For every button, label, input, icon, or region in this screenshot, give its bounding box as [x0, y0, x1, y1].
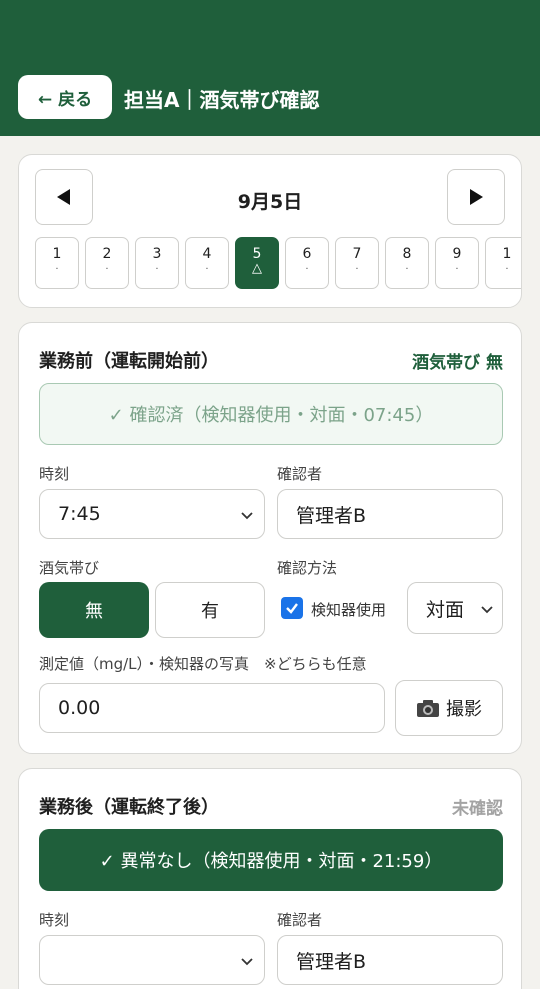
day-mark: · — [505, 264, 509, 275]
day-mark: · — [355, 264, 359, 275]
check-icon — [286, 603, 298, 614]
app-header: ← 戻る 担当A｜酒気帯び確認 — [0, 0, 540, 136]
day-button[interactable]: 1 · — [35, 237, 79, 289]
day-strip: 1 · 2 · 3 · 4 · 5 △ 6 · 7 · 8 · 9 · 1 · — [35, 237, 521, 291]
day-mark: · — [455, 264, 459, 275]
photo-label: 撮影 — [446, 699, 482, 720]
day-number: 2 — [102, 246, 112, 262]
day-button[interactable]: 8 · — [385, 237, 429, 289]
before-work-card: 業務前（運転開始前） 酒気帯び 無 ✓ 確認済（検知器使用・対面・07:45） … — [18, 322, 522, 754]
day-button[interactable]: 1 · — [485, 237, 521, 289]
method-label: 確認方法 — [277, 559, 338, 577]
checker-label: 確認者 — [277, 465, 323, 483]
day-button-selected[interactable]: 5 △ — [235, 237, 279, 289]
photo-button[interactable]: 撮影 — [395, 680, 503, 736]
day-mark: · — [205, 264, 209, 275]
triangle-right-icon — [470, 189, 483, 205]
chevron-down-icon — [241, 512, 253, 520]
back-button[interactable]: ← 戻る — [18, 75, 112, 119]
current-date: 9月5日 — [237, 191, 303, 213]
day-number: 3 — [152, 246, 162, 262]
checker-label: 確認者 — [277, 911, 323, 929]
measure-input[interactable]: 0.00 — [39, 683, 385, 733]
day-number: 6 — [302, 246, 312, 262]
detector-checkbox[interactable] — [281, 597, 303, 619]
checker-value: 管理者B — [296, 950, 367, 973]
method-select[interactable]: 対面 — [407, 582, 503, 634]
measure-label: 測定値（mg/L）・検知器の写真 ※どちらも任意 — [39, 655, 367, 673]
date-nav-card: 9月5日 1 · 2 · 3 · 4 · 5 △ 6 · 7 · 8 · 9 · 1 · — [18, 154, 522, 308]
day-mark: △ — [252, 261, 262, 276]
camera-icon — [417, 700, 439, 717]
next-day-button[interactable] — [447, 169, 505, 225]
day-number: 1 — [52, 246, 62, 262]
detector-label: 検知器使用 — [311, 601, 387, 619]
alcohol-no-button[interactable]: 無 — [39, 582, 149, 638]
checker-input[interactable]: 管理者B — [277, 935, 503, 985]
day-number: 5 — [252, 246, 262, 262]
result-banner[interactable]: ✓ 異常なし（検知器使用・対面・21:59） — [39, 829, 503, 891]
time-label: 時刻 — [39, 911, 70, 929]
section-title: 業務後（運転終了後） — [39, 797, 219, 818]
day-number: 4 — [202, 246, 212, 262]
day-button[interactable]: 4 · — [185, 237, 229, 289]
status-badge: 酒気帯び 無 — [412, 353, 503, 373]
section-title: 業務前（運転開始前） — [39, 351, 219, 372]
page-title: 担当A｜酒気帯び確認 — [124, 88, 320, 112]
back-label: ← 戻る — [37, 89, 93, 110]
day-number: 9 — [452, 246, 462, 262]
checker-input[interactable]: 管理者B — [277, 489, 503, 539]
day-button[interactable]: 6 · — [285, 237, 329, 289]
day-number: 7 — [352, 246, 362, 262]
method-value: 対面 — [426, 598, 465, 621]
day-mark: · — [155, 264, 159, 275]
chevron-down-icon — [481, 606, 493, 614]
status-badge: 未確認 — [452, 799, 503, 819]
day-mark: · — [405, 264, 409, 275]
day-number: 8 — [402, 246, 412, 262]
day-button[interactable]: 2 · — [85, 237, 129, 289]
time-label: 時刻 — [39, 465, 70, 483]
confirmed-banner: ✓ 確認済（検知器使用・対面・07:45） — [39, 383, 503, 445]
time-value: 7:45 — [58, 503, 101, 525]
checker-value: 管理者B — [296, 504, 367, 527]
measure-value: 0.00 — [58, 697, 101, 719]
day-mark: · — [55, 264, 59, 275]
after-work-card: 業務後（運転終了後） 未確認 ✓ 異常なし（検知器使用・対面・21:59） 時刻… — [18, 768, 522, 989]
day-button[interactable]: 3 · — [135, 237, 179, 289]
time-select[interactable] — [39, 935, 265, 985]
alcohol-yes-button[interactable]: 有 — [155, 582, 265, 638]
day-button[interactable]: 7 · — [335, 237, 379, 289]
alcohol-label: 酒気帯び — [39, 559, 100, 577]
day-mark: · — [105, 264, 109, 275]
day-mark: · — [305, 264, 309, 275]
chevron-down-icon — [241, 958, 253, 966]
time-select[interactable]: 7:45 — [39, 489, 265, 539]
day-button[interactable]: 9 · — [435, 237, 479, 289]
day-number: 1 — [502, 246, 512, 262]
